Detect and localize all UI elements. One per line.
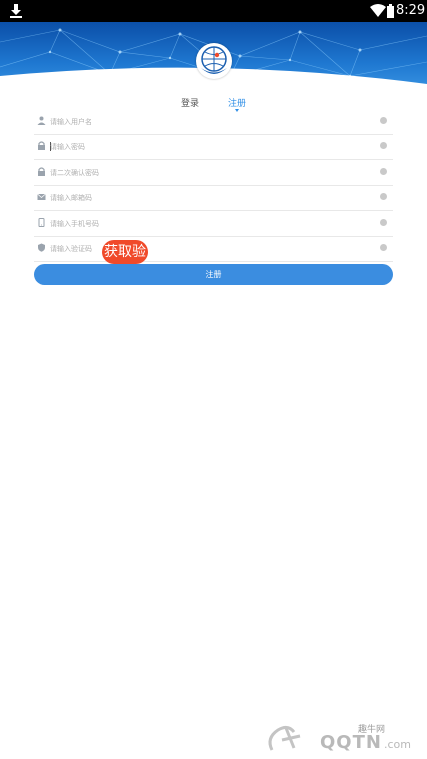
- confirm-password-input[interactable]: [50, 165, 370, 181]
- username-input[interactable]: [50, 114, 370, 130]
- get-code-button[interactable]: 获取验: [102, 240, 148, 264]
- battery-icon: [387, 4, 394, 18]
- status-time: 8:29: [396, 3, 426, 18]
- password-field: [34, 135, 393, 160]
- clear-username-icon[interactable]: [380, 117, 387, 124]
- globe-hand-logo-icon: [201, 46, 227, 74]
- watermark-suffix: .com: [384, 738, 411, 751]
- verification-code-input[interactable]: [50, 241, 370, 257]
- email-input[interactable]: [50, 190, 370, 206]
- status-bar: 8:29: [0, 0, 427, 22]
- clear-email-icon[interactable]: [380, 193, 387, 200]
- clear-verification-code-icon[interactable]: [380, 244, 387, 251]
- phone-field: [34, 212, 393, 237]
- confirm-password-field: [34, 161, 393, 186]
- clear-password-icon[interactable]: [380, 142, 387, 149]
- username-field: [34, 110, 393, 135]
- site-watermark: 趣牛网 QQTN .com: [262, 718, 422, 758]
- lock-icon: [38, 167, 45, 176]
- phone-input[interactable]: [50, 216, 370, 232]
- clear-confirm-password-icon[interactable]: [380, 168, 387, 175]
- tab-login[interactable]: 登录: [181, 96, 199, 109]
- register-button[interactable]: 注册: [34, 264, 393, 285]
- password-input[interactable]: [50, 139, 370, 155]
- lock-icon: [38, 141, 45, 150]
- download-icon: [10, 4, 22, 18]
- wifi-icon: [370, 4, 386, 17]
- verification-code-field: [34, 237, 393, 262]
- user-icon: [37, 116, 46, 125]
- email-field: [34, 186, 393, 211]
- phone-icon: [38, 218, 45, 227]
- watermark-brand: QQTN: [320, 732, 382, 753]
- mail-icon: [37, 193, 46, 200]
- watermark-logo-icon: [268, 725, 301, 751]
- shield-icon: [38, 243, 45, 252]
- tab-register[interactable]: 注册: [228, 96, 246, 109]
- clear-phone-icon[interactable]: [380, 219, 387, 226]
- app-logo: [196, 43, 232, 79]
